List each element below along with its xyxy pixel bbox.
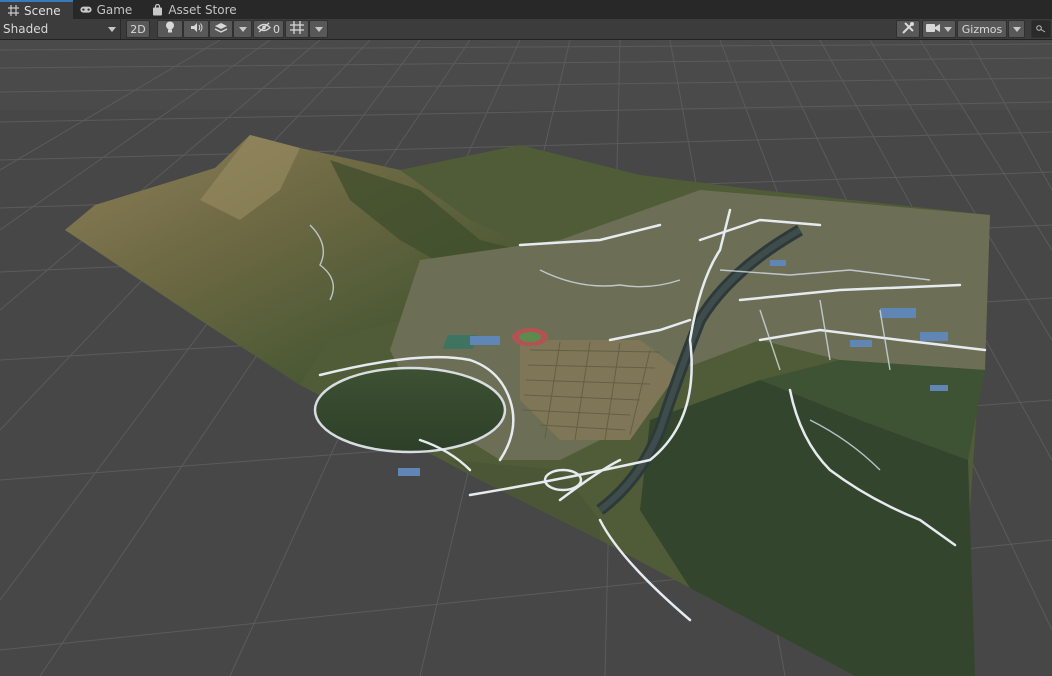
tab-game-label: Game [96, 2, 133, 17]
gamepad-icon [80, 4, 92, 16]
scene-audio-toggle[interactable] [183, 20, 209, 38]
search-input[interactable] [1031, 20, 1051, 38]
shading-mode-dropdown[interactable]: Shaded [0, 19, 121, 39]
gizmos-label: Gizmos [961, 22, 1003, 36]
2d-mode-toggle[interactable]: 2D [126, 20, 150, 38]
lightbulb-icon [165, 21, 175, 37]
tab-asset-store-label: Asset Store [168, 2, 237, 17]
tools-button[interactable] [896, 20, 920, 38]
scene-canvas [0, 40, 1052, 676]
tab-game[interactable]: Game [73, 0, 145, 19]
shading-mode-label: Shaded [3, 22, 49, 36]
search-icon [1036, 23, 1046, 36]
tab-scene-label: Scene [24, 3, 61, 18]
grid-snapping-dropdown[interactable] [309, 20, 328, 38]
scene-effects-dropdown[interactable] [233, 20, 252, 38]
scene-toolbar: Shaded 2D 0 Gizmos [0, 19, 1052, 40]
layers-icon [214, 22, 228, 37]
scene-lighting-toggle[interactable] [157, 20, 183, 38]
chevron-down-icon [944, 26, 952, 32]
chevron-down-icon [238, 26, 247, 32]
chevron-down-icon [1012, 26, 1021, 32]
scene-visibility-toggle[interactable]: 0 [253, 20, 284, 38]
camera-icon [926, 23, 940, 36]
hidden-objects-count: 0 [273, 22, 280, 36]
eye-off-icon [257, 22, 271, 36]
shopping-bag-icon [151, 3, 163, 16]
scene-camera-dropdown[interactable] [922, 20, 956, 38]
tools-icon [901, 21, 915, 38]
gizmos-dropdown[interactable] [1008, 20, 1025, 38]
speaker-icon [190, 22, 203, 36]
grid-icon [7, 5, 19, 17]
chevron-down-icon [108, 26, 116, 32]
chevron-down-icon [314, 26, 323, 32]
editor-tab-bar: Scene Game Asset Store [0, 0, 1052, 19]
scene-viewport[interactable] [0, 40, 1052, 676]
scene-effects-toggle[interactable] [209, 20, 233, 38]
grid-snap-icon [290, 21, 304, 37]
grid-snapping-toggle[interactable] [285, 20, 309, 38]
tab-scene[interactable]: Scene [0, 0, 73, 19]
tab-asset-store[interactable]: Asset Store [144, 0, 248, 19]
2d-mode-label: 2D [130, 22, 146, 36]
gizmos-button[interactable]: Gizmos [957, 20, 1007, 38]
